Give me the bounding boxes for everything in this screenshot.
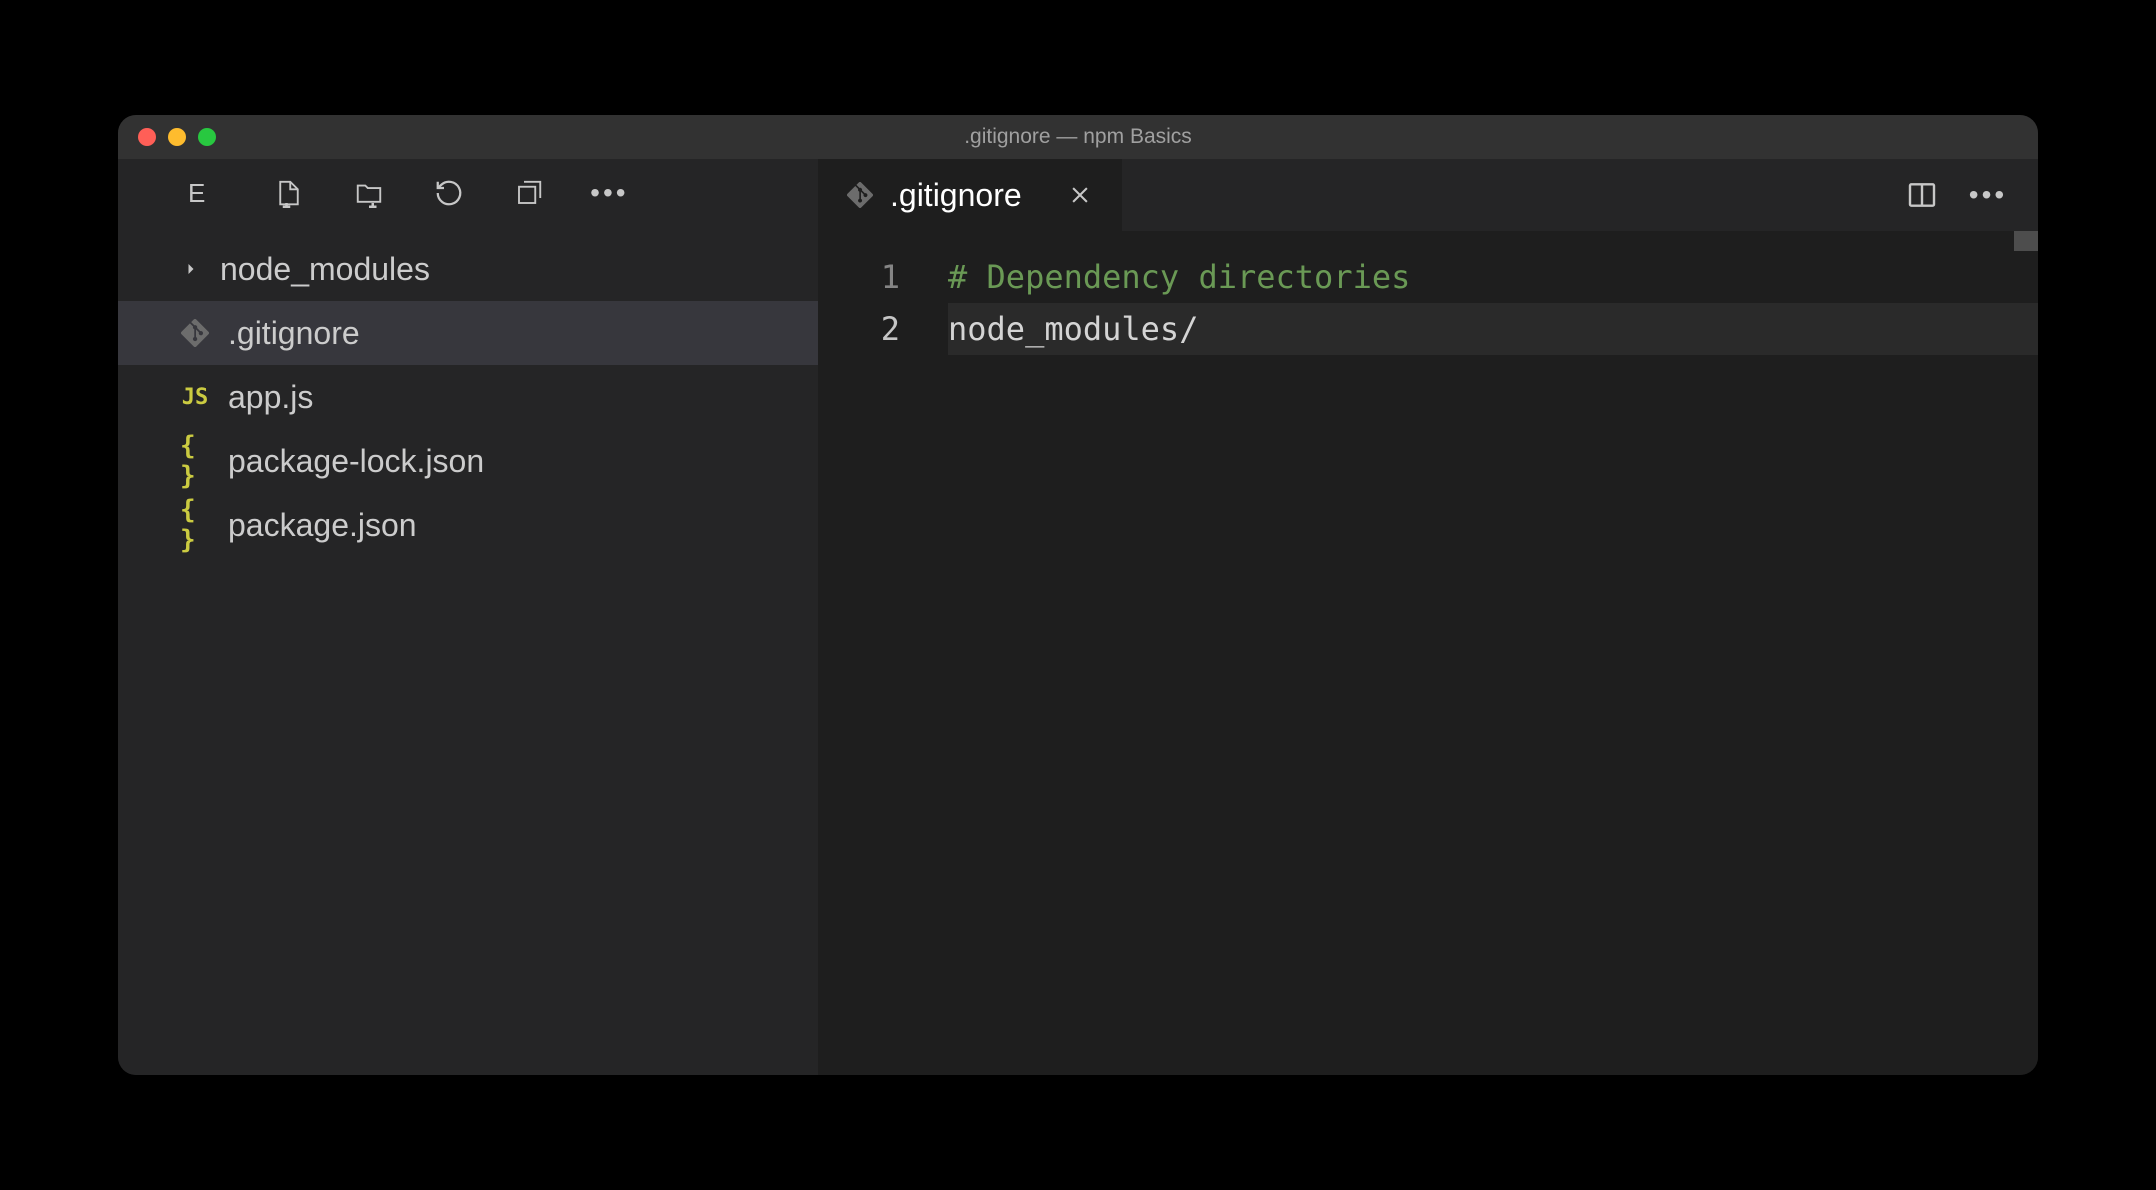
editor-window: .gitignore — npm Basics E ••• (118, 115, 2038, 1075)
refresh-icon[interactable] (433, 177, 465, 209)
tab-bar-spacer (1122, 159, 1872, 231)
editor-content[interactable]: 1 2 # Dependency directories node_module… (818, 231, 2038, 1075)
tree-file-package-json[interactable]: { } package.json (118, 493, 818, 557)
tree-folder-node-modules[interactable]: node_modules (118, 237, 818, 301)
code-lines[interactable]: # Dependency directories node_modules/ (948, 251, 2038, 1075)
tab-label: .gitignore (890, 177, 1022, 214)
explorer-label: E (188, 178, 205, 209)
more-editor-actions-icon[interactable]: ••• (1972, 179, 2004, 211)
git-icon (846, 181, 874, 209)
tree-item-label: .gitignore (228, 315, 360, 352)
tree-item-label: app.js (228, 379, 313, 416)
traffic-lights (118, 128, 216, 146)
tree-item-label: package.json (228, 507, 417, 544)
tree-file-app-js[interactable]: JS app.js (118, 365, 818, 429)
scroll-indicator[interactable] (2014, 231, 2038, 251)
code-line[interactable]: # Dependency directories (948, 251, 2038, 303)
minimize-window-button[interactable] (168, 128, 186, 146)
line-number-gutter: 1 2 (818, 251, 948, 1075)
js-icon: JS (180, 382, 210, 412)
new-folder-icon[interactable] (353, 177, 385, 209)
tree-file-package-lock-json[interactable]: { } package-lock.json (118, 429, 818, 493)
titlebar[interactable]: .gitignore — npm Basics (118, 115, 2038, 159)
maximize-window-button[interactable] (198, 128, 216, 146)
git-icon (180, 318, 210, 348)
close-tab-icon[interactable] (1066, 181, 1094, 209)
new-file-icon[interactable] (273, 177, 305, 209)
tab-bar: .gitignore ••• (818, 159, 2038, 231)
tree-file-gitignore[interactable]: .gitignore (118, 301, 818, 365)
tree-item-label: package-lock.json (228, 443, 484, 480)
tree-item-label: node_modules (220, 251, 430, 288)
editor-area: .gitignore ••• 1 (818, 159, 2038, 1075)
collapse-all-icon[interactable] (513, 177, 545, 209)
json-icon: { } (180, 446, 210, 476)
tab-bar-actions: ••• (1872, 159, 2038, 231)
line-number: 1 (818, 251, 900, 303)
close-window-button[interactable] (138, 128, 156, 146)
chevron-right-icon (180, 259, 202, 279)
code-line[interactable]: node_modules/ (948, 303, 2038, 355)
window-title: .gitignore — npm Basics (964, 125, 1192, 149)
split-editor-icon[interactable] (1906, 179, 1938, 211)
tab-gitignore[interactable]: .gitignore (818, 159, 1122, 231)
more-actions-icon[interactable]: ••• (593, 177, 625, 209)
file-tree: node_modules .gitignore JS app.js { } pa… (118, 227, 818, 557)
main-area: E ••• (118, 159, 2038, 1075)
json-icon: { } (180, 510, 210, 540)
line-number: 2 (818, 303, 900, 355)
explorer-header: E ••• (118, 159, 818, 227)
explorer-sidebar: E ••• (118, 159, 818, 1075)
